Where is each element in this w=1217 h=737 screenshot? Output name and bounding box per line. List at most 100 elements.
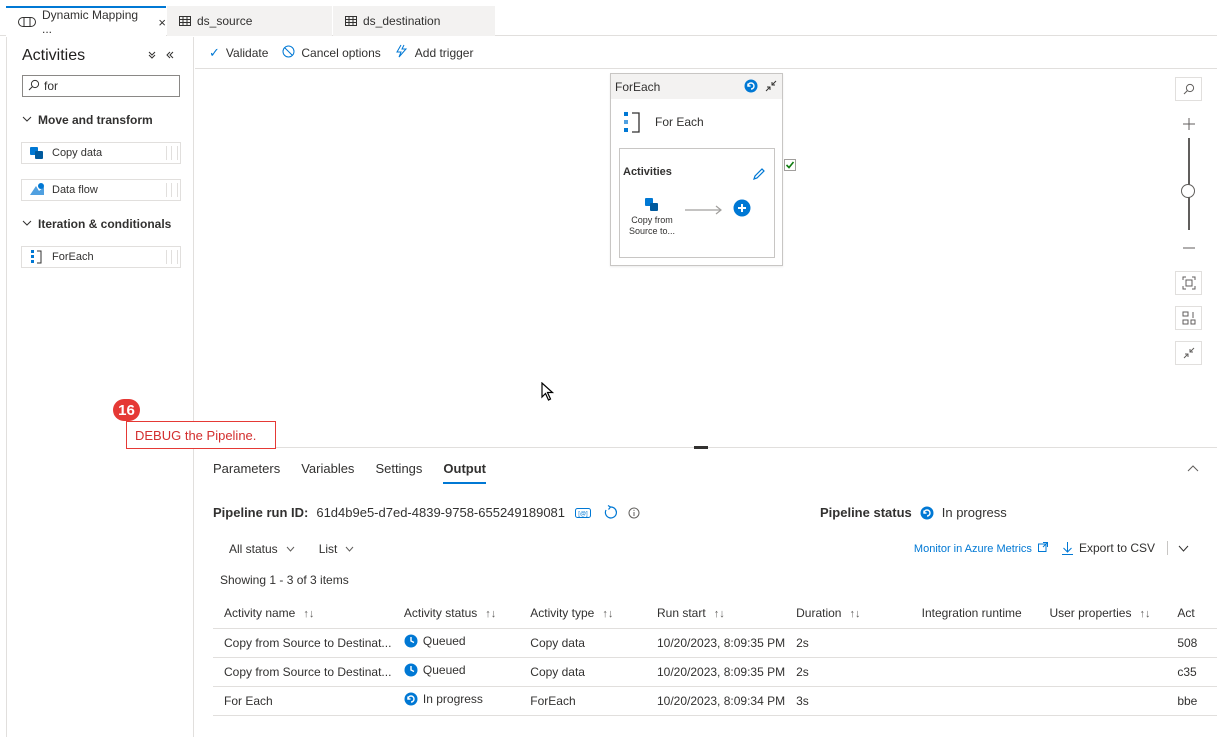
drag-handle-icon[interactable]: [166, 183, 178, 197]
tab-dynamic-mapping[interactable]: Dynamic Mapping ... ×: [6, 6, 166, 36]
cell-activity-status: Queued: [392, 628, 520, 658]
monitor-metrics-link[interactable]: Monitor in Azure Metrics: [914, 541, 1048, 555]
cancel-options-button[interactable]: Cancel options: [282, 45, 381, 61]
validate-label: Validate: [225, 45, 269, 60]
close-icon[interactable]: ×: [158, 15, 166, 30]
foreach-node-header: ForEach: [611, 74, 782, 99]
column-activity-type[interactable]: Activity type ↑↓: [519, 598, 646, 629]
hide-panel-icon[interactable]: [165, 49, 175, 63]
data-flow-icon: [28, 182, 46, 198]
pipeline-status: Pipeline status In progress: [820, 505, 1007, 520]
section-iteration-conditionals[interactable]: Iteration & conditionals: [22, 217, 171, 231]
chevron-down-icon[interactable]: [1178, 545, 1189, 552]
fit-icon: [1182, 276, 1195, 290]
export-csv-button[interactable]: Export to CSV: [1061, 541, 1155, 555]
output-filters: All status List: [229, 542, 378, 556]
cell-activity-status: Queued: [392, 657, 520, 687]
table-row[interactable]: Copy from Source to Destinat... Queued C…: [213, 628, 1217, 658]
cell-activity-status: In progress: [392, 686, 520, 716]
column-user-properties[interactable]: User properties ↑↓: [1038, 598, 1167, 629]
tab-output[interactable]: Output: [443, 461, 487, 484]
view-filter-dropdown[interactable]: List: [319, 542, 355, 556]
info-icon[interactable]: [628, 507, 640, 519]
checkmark-icon: ✓: [209, 44, 220, 60]
edit-pencil-icon[interactable]: [752, 167, 766, 181]
zoom-slider-thumb[interactable]: [1181, 184, 1195, 198]
cell-activity-name[interactable]: Copy from Source to Destinat...: [213, 628, 393, 658]
status-filter-label: All status: [229, 542, 278, 556]
activities-search[interactable]: [22, 75, 180, 97]
cell-user-properties: [1038, 686, 1167, 716]
tab-ds-source[interactable]: ds_source: [167, 6, 332, 36]
download-icon: [1061, 541, 1073, 555]
copy-id-icon[interactable]: [@]: [575, 507, 592, 518]
item-count: Showing 1 - 3 of 3 items: [220, 573, 349, 587]
chevron-down-icon: [22, 218, 32, 230]
table-row[interactable]: Copy from Source to Destinat... Queued C…: [213, 657, 1217, 687]
zoom-to-fit-button[interactable]: [1175, 271, 1202, 295]
run-id-value: 61d4b9e5-d7ed-4839-9758-655249189081: [316, 505, 566, 520]
cell-activity-type: ForEach: [519, 686, 646, 716]
chevron-down-icon: [345, 544, 354, 555]
status-filter-dropdown[interactable]: All status: [229, 542, 295, 556]
refresh-icon[interactable]: [603, 505, 618, 520]
drag-handle-icon[interactable]: [166, 146, 178, 160]
search-input[interactable]: [44, 79, 164, 93]
auto-align-button[interactable]: [1175, 306, 1202, 330]
zoom-slider[interactable]: [1175, 138, 1202, 240]
tab-parameters[interactable]: Parameters: [213, 461, 280, 484]
collapse-node-icon[interactable]: [764, 79, 778, 93]
activity-data-flow[interactable]: Data flow: [21, 179, 181, 201]
cell-duration: 2s: [785, 657, 911, 687]
canvas-search-button[interactable]: [1175, 77, 1202, 101]
export-csv-label: Export to CSV: [1078, 541, 1155, 555]
chevron-down-icon: [22, 114, 32, 126]
cell-duration: 3s: [785, 686, 911, 716]
activity-runs-table: Activity name ↑↓ Activity status ↑↓ Activi…: [213, 598, 1217, 716]
tab-ds-destination[interactable]: ds_destination: [333, 6, 495, 36]
pipeline-canvas[interactable]: ForEach For Each Activities Copy from So…: [195, 69, 1217, 447]
add-activity-icon[interactable]: [733, 199, 751, 217]
foreach-activity-node[interactable]: ForEach For Each Activities Copy from So…: [610, 73, 783, 266]
column-integration-runtime[interactable]: Integration runtime: [910, 598, 1039, 629]
copy-activity-node[interactable]: Copy from Source to...: [626, 197, 678, 237]
chevron-up-icon[interactable]: [1187, 461, 1199, 475]
tab-settings[interactable]: Settings: [375, 461, 422, 484]
foreach-node-title: For Each: [623, 110, 704, 134]
add-trigger-label: Add trigger: [414, 45, 474, 60]
column-activity-run-id[interactable]: Act: [1166, 598, 1217, 629]
add-trigger-button[interactable]: Add trigger: [395, 44, 474, 61]
run-id-label: Pipeline run ID:: [213, 505, 309, 520]
pipeline-status-value: In progress: [941, 505, 1007, 520]
column-activity-status[interactable]: Activity status ↑↓: [392, 598, 520, 629]
cell-activity-name[interactable]: For Each: [213, 686, 393, 716]
drag-handle-icon[interactable]: [166, 250, 178, 264]
column-run-start[interactable]: Run start ↑↓: [646, 598, 786, 629]
cell-integration-runtime: [910, 628, 1039, 658]
collapse-all-icon[interactable]: [147, 49, 157, 63]
tab-label: ds_destination: [363, 14, 441, 28]
foreach-inner-activities[interactable]: Activities Copy from Source to...: [619, 148, 775, 258]
activities-panel: Activities Move and transform Copy data …: [6, 37, 194, 737]
validate-button[interactable]: ✓ Validate: [209, 45, 268, 61]
table-row[interactable]: For Each In progress ForEach 10/20/2023,…: [213, 686, 1217, 716]
column-activity-name[interactable]: Activity name ↑↓: [213, 598, 393, 629]
activity-foreach[interactable]: ForEach: [21, 246, 181, 268]
column-duration[interactable]: Duration ↑↓: [785, 598, 911, 629]
activity-label: Copy data: [52, 147, 103, 159]
tab-bar: Dynamic Mapping ... × ds_source ds_desti…: [0, 6, 1217, 36]
cell-activity-name[interactable]: Copy from Source to Destinat...: [213, 657, 393, 687]
zoom-in-button[interactable]: [1175, 112, 1202, 136]
copy-data-icon: [626, 197, 678, 215]
output-panel-tabs: Parameters Variables Settings Output: [213, 461, 507, 484]
in-progress-icon: [744, 79, 758, 93]
collapse-all-button[interactable]: [1175, 341, 1202, 365]
success-checkbox-icon[interactable]: [784, 159, 796, 171]
sort-icon: ↑↓: [713, 607, 725, 620]
tab-variables[interactable]: Variables: [301, 461, 354, 484]
section-move-transform[interactable]: Move and transform: [22, 113, 153, 127]
cell-user-properties: [1038, 657, 1167, 687]
cell-integration-runtime: [910, 686, 1039, 716]
output-panel: Parameters Variables Settings Output Pip…: [195, 449, 1217, 737]
activity-copy-data[interactable]: Copy data: [21, 142, 181, 164]
